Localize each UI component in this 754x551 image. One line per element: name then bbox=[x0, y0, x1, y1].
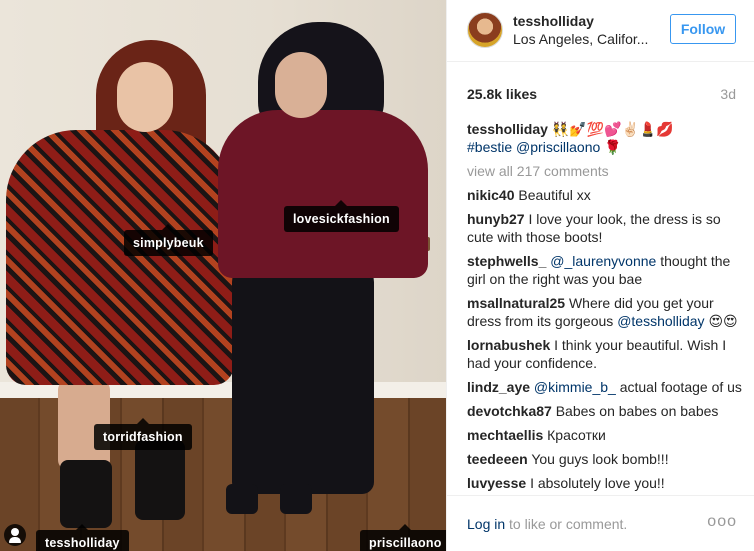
view-all-comments-link[interactable]: view all 217 comments bbox=[467, 162, 743, 180]
comment: nikic40 Beautiful xx bbox=[467, 186, 743, 204]
avatar[interactable] bbox=[467, 12, 503, 48]
comment-text: You guys look bomb!!! bbox=[531, 451, 669, 467]
caption-username[interactable]: tessholliday bbox=[467, 121, 548, 137]
comment-username[interactable]: mechtaellis bbox=[467, 427, 543, 443]
person-right-pants bbox=[232, 262, 374, 494]
caption-emoji: 👯💅💯💕✌🏻💄💋 bbox=[551, 121, 674, 137]
comment-username[interactable]: lindz_aye bbox=[467, 379, 530, 395]
login-prompt-text: to like or comment. bbox=[509, 516, 628, 532]
person-right-top bbox=[218, 110, 428, 278]
comment-username[interactable]: luvyesse bbox=[467, 475, 526, 491]
comment-mention[interactable]: @tessholliday bbox=[617, 313, 704, 329]
comment-username[interactable]: msallnatural25 bbox=[467, 295, 565, 311]
person-left-face bbox=[117, 62, 173, 132]
login-link[interactable]: Log in bbox=[467, 516, 505, 532]
comment: devotchka87 Babes on babes on babes bbox=[467, 402, 743, 420]
comment-username[interactable]: devotchka87 bbox=[467, 403, 552, 419]
person-right-shoe bbox=[226, 484, 258, 514]
person-left-boot bbox=[135, 440, 185, 520]
person-right-shoe bbox=[280, 484, 312, 514]
photo-tag-tessholliday[interactable]: tessholliday bbox=[36, 524, 129, 551]
photo-tag-priscillaono[interactable]: priscillaono bbox=[360, 524, 446, 551]
login-prompt: Log in to like or comment. bbox=[467, 516, 627, 532]
comment-text: Beautiful xx bbox=[518, 187, 591, 203]
comment: stephwells_ @_laurenyvonne thought the g… bbox=[467, 252, 743, 288]
comment-username[interactable]: hunyb27 bbox=[467, 211, 525, 227]
comment: lornabushek I think your beautiful. Wish… bbox=[467, 336, 743, 372]
comment: lindz_aye @kimmie_b_ actual footage of u… bbox=[467, 378, 743, 396]
post-header: tessholliday Los Angeles, Califor... Fol… bbox=[447, 0, 754, 62]
comment-mention[interactable]: @_laurenyvonne bbox=[550, 253, 656, 269]
comment-mention[interactable]: @kimmie_b_ bbox=[534, 379, 616, 395]
comment: hunyb27 I love your look, the dress is s… bbox=[467, 210, 743, 246]
post-sidebar: tessholliday Los Angeles, Califor... Fol… bbox=[446, 0, 754, 551]
post-photo[interactable]: simplybeuk lovesickfashion torridfashion… bbox=[0, 0, 446, 551]
comment: mechtaellis Красотки bbox=[467, 426, 743, 444]
comment: msallnatural25 Where did you get your dr… bbox=[467, 294, 743, 330]
caption-mention[interactable]: @priscillaono bbox=[516, 139, 600, 155]
photo-tag-simplybeuk[interactable]: simplybeuk bbox=[124, 224, 213, 256]
likes-count[interactable]: 25.8k likes bbox=[467, 86, 537, 102]
comment-username[interactable]: nikic40 bbox=[467, 187, 514, 203]
person-right-face bbox=[275, 52, 327, 118]
post-age: 3d bbox=[720, 86, 736, 102]
photo-tag-torridfashion[interactable]: torridfashion bbox=[94, 418, 192, 450]
comment-text: Красотки bbox=[547, 427, 606, 443]
more-options-icon[interactable]: ooo bbox=[707, 513, 737, 531]
comment-text: I absolutely love you!! bbox=[530, 475, 665, 491]
post-location[interactable]: Los Angeles, Califor... bbox=[513, 31, 648, 47]
comment-username[interactable]: stephwells_ bbox=[467, 253, 546, 269]
person-left-boot bbox=[60, 460, 112, 528]
photo-tag-lovesickfashion[interactable]: lovesickfashion bbox=[284, 200, 399, 232]
author-username[interactable]: tessholliday bbox=[513, 13, 594, 29]
comment: teedeeen You guys look bomb!!! bbox=[467, 450, 743, 468]
person-left-dress bbox=[6, 130, 234, 385]
user-tags-icon[interactable] bbox=[4, 524, 26, 546]
comment-username[interactable]: lornabushek bbox=[467, 337, 550, 353]
comment: luvyesse I absolutely love you!! bbox=[467, 474, 743, 492]
caption-hashtag[interactable]: #bestie bbox=[467, 139, 512, 155]
caption-emoji: 🌹 bbox=[604, 139, 622, 155]
comment-text: Babes on babes on babes bbox=[555, 403, 719, 419]
comments-list: tessholliday 👯💅💯💕✌🏻💄💋 #bestie @priscilla… bbox=[467, 120, 743, 498]
comment-username[interactable]: teedeeen bbox=[467, 451, 528, 467]
caption: tessholliday 👯💅💯💕✌🏻💄💋 #bestie @priscilla… bbox=[467, 120, 743, 156]
comment-text: actual footage of us bbox=[619, 379, 742, 395]
comment-emoji: 😍😍 bbox=[708, 313, 738, 329]
post-footer: Log in to like or comment. ooo bbox=[447, 495, 754, 551]
follow-button[interactable]: Follow bbox=[670, 14, 736, 44]
